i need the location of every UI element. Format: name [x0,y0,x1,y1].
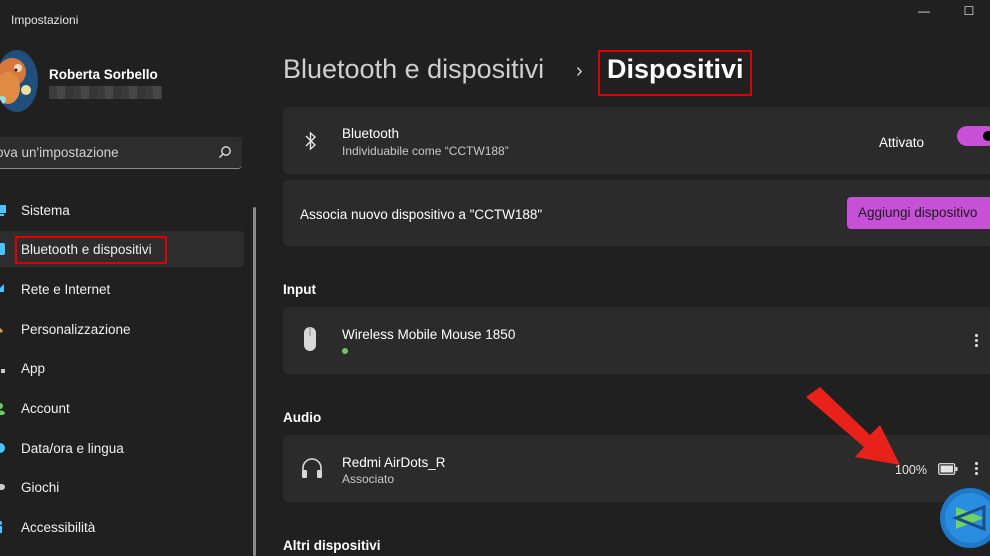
bluetooth-toggle[interactable] [957,126,990,146]
more-options-icon[interactable] [971,460,981,478]
watermark-logo-icon [940,488,990,548]
gamepad-icon [0,484,5,490]
sidebar-item-rete[interactable]: Rete e Internet [0,271,244,307]
redacted-email [49,86,162,99]
device-card-mouse[interactable]: Wireless Mobile Mouse 1850 [283,307,990,374]
add-device-button[interactable]: Aggiungi dispositivo [847,197,990,229]
sidebar-item-label: Data/ora e lingua [21,441,124,456]
toggle-knob [983,131,990,141]
sidebar-item-label: Account [21,401,70,416]
sidebar-item-label: Accessibilità [21,520,96,535]
sidebar-item-label: Personalizzazione [21,322,131,337]
add-device-label: Aggiungi dispositivo [858,205,978,220]
apps-icon [1,369,5,373]
sidebar-item-giochi[interactable]: Giochi [0,469,244,505]
device-name: Wireless Mobile Mouse 1850 [342,327,516,342]
battery-icon [938,463,958,475]
sidebar-item-data-ora[interactable]: Data/ora e lingua [0,430,244,466]
pair-device-card: Associa nuovo dispositivo a "CCTW188" Ag… [283,180,990,246]
maximize-button[interactable]: ☐ [958,4,980,20]
pair-device-text: Associa nuovo dispositivo a "CCTW188" [300,207,543,222]
bluetooth-subtitle: Individuabile come “CCTW188” [342,144,509,158]
sidebar-scrollbar[interactable] [253,207,256,556]
headphones-icon [302,458,322,478]
sidebar-item-app[interactable]: App [0,350,244,386]
highlight-box-sidebar [15,236,167,264]
title-bar: Impostazioni — ☐ [0,0,990,40]
globe-icon [0,443,5,453]
mouse-icon [304,327,316,351]
search-input[interactable] [0,137,196,167]
sidebar-item-label: App [21,361,46,376]
avatar [0,50,38,112]
bluetooth-title: Bluetooth [342,126,400,141]
search-icon[interactable] [218,145,232,159]
section-audio: Audio [283,410,322,425]
sidebar-item-account[interactable]: Account [0,390,244,426]
connected-status-dot [342,348,348,354]
more-options-icon[interactable] [971,332,981,350]
app-title: Impostazioni [11,13,79,27]
highlight-box-title [598,50,752,96]
section-other-devices: Altri dispositivi [283,538,381,553]
user-name: Roberta Sorbello [49,67,158,82]
account-icon [0,403,5,415]
sidebar-item-label: Sistema [21,203,70,218]
bluetooth-devices-icon [0,243,5,255]
bluetooth-card[interactable]: Bluetooth Individuabile come “CCTW188” A… [283,107,990,174]
minimize-button[interactable]: — [913,4,935,20]
user-profile[interactable]: Roberta Sorbello [0,50,250,114]
sidebar-item-accessibilita[interactable]: Accessibilità [0,509,244,545]
annotation-arrow-icon [806,387,900,465]
sidebar-item-sistema[interactable]: Sistema [0,192,244,228]
sidebar-item-label: Giochi [21,480,60,495]
device-status: Associato [342,472,395,486]
network-icon [0,284,4,292]
accessibility-icon [0,521,2,533]
bluetooth-icon [305,131,317,151]
sidebar-item-personalizzazione[interactable]: Personalizzazione [0,311,244,347]
breadcrumb-parent[interactable]: Bluetooth e dispositivi [283,54,544,85]
section-input: Input [283,282,316,297]
bluetooth-toggle-label: Attivato [879,135,925,150]
monitor-icon [0,205,6,216]
sidebar-item-label: Rete e Internet [21,282,111,297]
brush-icon [0,328,3,333]
breadcrumb-separator: › [576,60,583,82]
settings-search-box[interactable] [0,137,242,169]
device-name: Redmi AirDots_R [342,455,446,470]
